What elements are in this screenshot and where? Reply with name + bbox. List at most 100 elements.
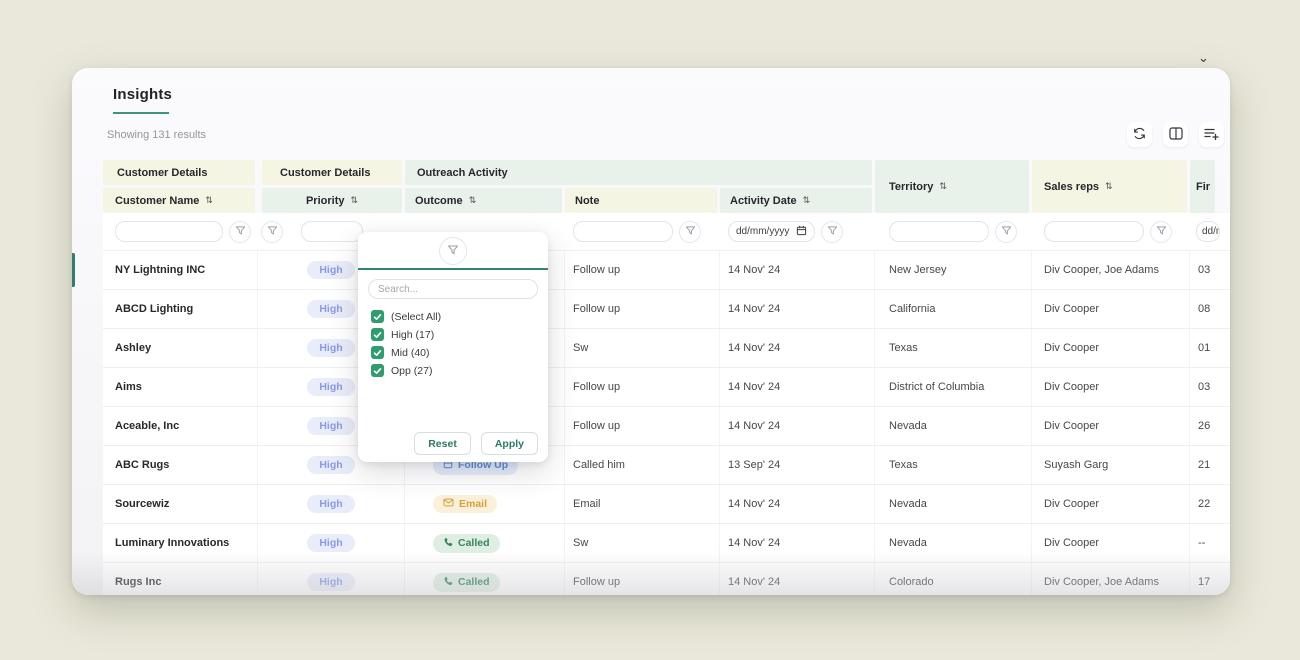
cell-fir: 03 xyxy=(1190,251,1230,289)
sort-icon[interactable]: ⇅ xyxy=(939,182,947,192)
checkbox-checked-icon[interactable] xyxy=(371,346,384,359)
cell-territory: District of Columbia xyxy=(875,368,1032,406)
sync-button[interactable] xyxy=(1127,122,1152,147)
sort-icon[interactable]: ⇅ xyxy=(1105,182,1113,192)
cell-activity-date: 14 Nov' 24 xyxy=(720,563,875,595)
column-header-activity-date[interactable]: Activity Date⇅ xyxy=(720,188,872,213)
page-title: Insights xyxy=(113,86,172,103)
checkbox-checked-icon[interactable] xyxy=(371,328,384,341)
cell-territory: Nevada xyxy=(875,485,1032,523)
popup-search-input[interactable] xyxy=(368,279,538,299)
cell-fir: 17 xyxy=(1190,563,1230,595)
fir-date-filter-input[interactable]: dd/mm/yyyy xyxy=(1196,221,1220,242)
cell-note: Follow up xyxy=(565,563,720,595)
popup-option-mid[interactable]: Mid (40) xyxy=(371,346,441,359)
cell-fir: -- xyxy=(1190,524,1230,562)
table-row[interactable]: NY Lightning INC High Follow up 14 Nov' … xyxy=(103,251,1230,290)
funnel-icon xyxy=(1156,224,1167,239)
cell-activity-date: 14 Nov' 24 xyxy=(720,290,875,328)
cell-fir: 22 xyxy=(1190,485,1230,523)
funnel-icon xyxy=(827,224,838,239)
cell-territory: Nevada xyxy=(875,524,1032,562)
cell-fir: 21 xyxy=(1190,446,1230,484)
outcome-badge-called: Called xyxy=(433,534,500,553)
priority-badge: High xyxy=(307,417,354,435)
column-header-priority[interactable]: Priority⇅ xyxy=(262,188,402,213)
note-filter-button[interactable] xyxy=(679,221,701,243)
checkbox-checked-icon[interactable] xyxy=(371,364,384,377)
cell-customer-name: Sourcewiz xyxy=(103,485,258,523)
apply-button[interactable]: Apply xyxy=(481,432,538,455)
funnel-icon xyxy=(447,244,459,259)
column-header-customer-name[interactable]: Customer Name⇅ xyxy=(103,188,255,213)
cell-activity-date: 14 Nov' 24 xyxy=(720,329,875,367)
cell-note: Follow up xyxy=(565,290,720,328)
activity-date-filter-button[interactable] xyxy=(821,221,843,243)
cell-fir: 08 xyxy=(1190,290,1230,328)
date-placeholder: dd/mm/yyyy xyxy=(1202,226,1220,237)
columns-button[interactable] xyxy=(1163,122,1188,147)
popup-option-high[interactable]: High (17) xyxy=(371,328,441,341)
cell-note: Email xyxy=(565,485,720,523)
cell-activity-date: 13 Sep' 24 xyxy=(720,446,875,484)
add-view-button[interactable] xyxy=(1199,122,1224,147)
popup-option-select-all[interactable]: (Select All) xyxy=(371,310,441,323)
outcome-badge-called: Called xyxy=(433,573,500,592)
territory-filter-input[interactable] xyxy=(889,221,989,242)
table-row[interactable]: Sourcewiz High Email Email 14 Nov' 24 Ne… xyxy=(103,485,1230,524)
group-header-customer-details-1: Customer Details xyxy=(103,160,255,185)
scroll-indicator[interactable] xyxy=(72,253,75,287)
cell-activity-date: 14 Nov' 24 xyxy=(720,485,875,523)
column-header-note[interactable]: Note xyxy=(565,188,717,213)
column-header-territory[interactable]: Territory⇅ xyxy=(875,160,1029,213)
cell-sales-reps: Div Cooper xyxy=(1032,329,1190,367)
customer-name-filter-input[interactable] xyxy=(115,221,223,242)
funnel-icon xyxy=(1001,224,1012,239)
cell-territory: Texas xyxy=(875,329,1032,367)
option-label: (Select All) xyxy=(391,311,441,323)
cell-activity-date: 14 Nov' 24 xyxy=(720,251,875,289)
popup-option-list: (Select All) High (17) Mid (40) Opp (27) xyxy=(371,310,441,377)
cell-note: Sw xyxy=(565,524,720,562)
priority-badge: High xyxy=(307,573,354,591)
group-header-customer-details-2: Customer Details xyxy=(262,160,402,185)
sort-icon[interactable]: ⇅ xyxy=(350,196,358,206)
activity-date-filter-input[interactable]: dd/mm/yyyy xyxy=(728,221,815,242)
column-header-outcome[interactable]: Outcome⇅ xyxy=(405,188,562,213)
table-row[interactable]: Aceable, Inc High Follow up 14 Nov' 24 N… xyxy=(103,407,1230,446)
cell-sales-reps: Div Cooper xyxy=(1032,524,1190,562)
cell-territory: Texas xyxy=(875,446,1032,484)
cell-territory: Colorado xyxy=(875,563,1032,595)
outcome-filter-button-active[interactable] xyxy=(439,237,467,265)
customer-name-filter-button[interactable] xyxy=(229,221,251,243)
checkbox-checked-icon[interactable] xyxy=(371,310,384,323)
option-label: Opp (27) xyxy=(391,365,432,377)
priority-filter-input[interactable] xyxy=(301,221,363,242)
calendar-icon[interactable] xyxy=(796,225,807,239)
table-row[interactable]: Ashley High Sw 14 Nov' 24 Texas Div Coop… xyxy=(103,329,1230,368)
sort-icon[interactable]: ⇅ xyxy=(469,196,477,206)
table-row[interactable]: Aims High Follow up 14 Nov' 24 District … xyxy=(103,368,1230,407)
sales-reps-filter-button[interactable] xyxy=(1150,221,1172,243)
column-header-sales-reps[interactable]: Sales reps⇅ xyxy=(1032,160,1187,213)
cell-sales-reps: Suyash Garg xyxy=(1032,446,1190,484)
sales-reps-filter-input[interactable] xyxy=(1044,221,1144,242)
note-filter-input[interactable] xyxy=(573,221,673,242)
table-row[interactable]: Luminary Innovations High Called Sw 14 N… xyxy=(103,524,1230,563)
sort-icon[interactable]: ⇅ xyxy=(205,196,213,206)
reset-button[interactable]: Reset xyxy=(414,432,471,455)
priority-filter-button[interactable] xyxy=(261,221,283,243)
table-row[interactable]: ABCD Lighting High Follow up 14 Nov' 24 … xyxy=(103,290,1230,329)
column-header-fir[interactable]: Fir xyxy=(1190,160,1215,213)
table-row[interactable]: Rugs Inc High Called Follow up 14 Nov' 2… xyxy=(103,563,1230,595)
date-placeholder: dd/mm/yyyy xyxy=(736,226,789,237)
popup-option-opp[interactable]: Opp (27) xyxy=(371,364,441,377)
table-row[interactable]: ABC Rugs High Follow Up Called him 13 Se… xyxy=(103,446,1230,485)
priority-badge: High xyxy=(307,534,354,552)
cell-note: Follow up xyxy=(565,407,720,445)
cell-sales-reps: Div Cooper xyxy=(1032,485,1190,523)
territory-filter-button[interactable] xyxy=(995,221,1017,243)
cell-activity-date: 14 Nov' 24 xyxy=(720,407,875,445)
sort-icon[interactable]: ⇅ xyxy=(803,196,811,206)
chevron-down-icon[interactable]: ⌄ xyxy=(1198,50,1209,66)
